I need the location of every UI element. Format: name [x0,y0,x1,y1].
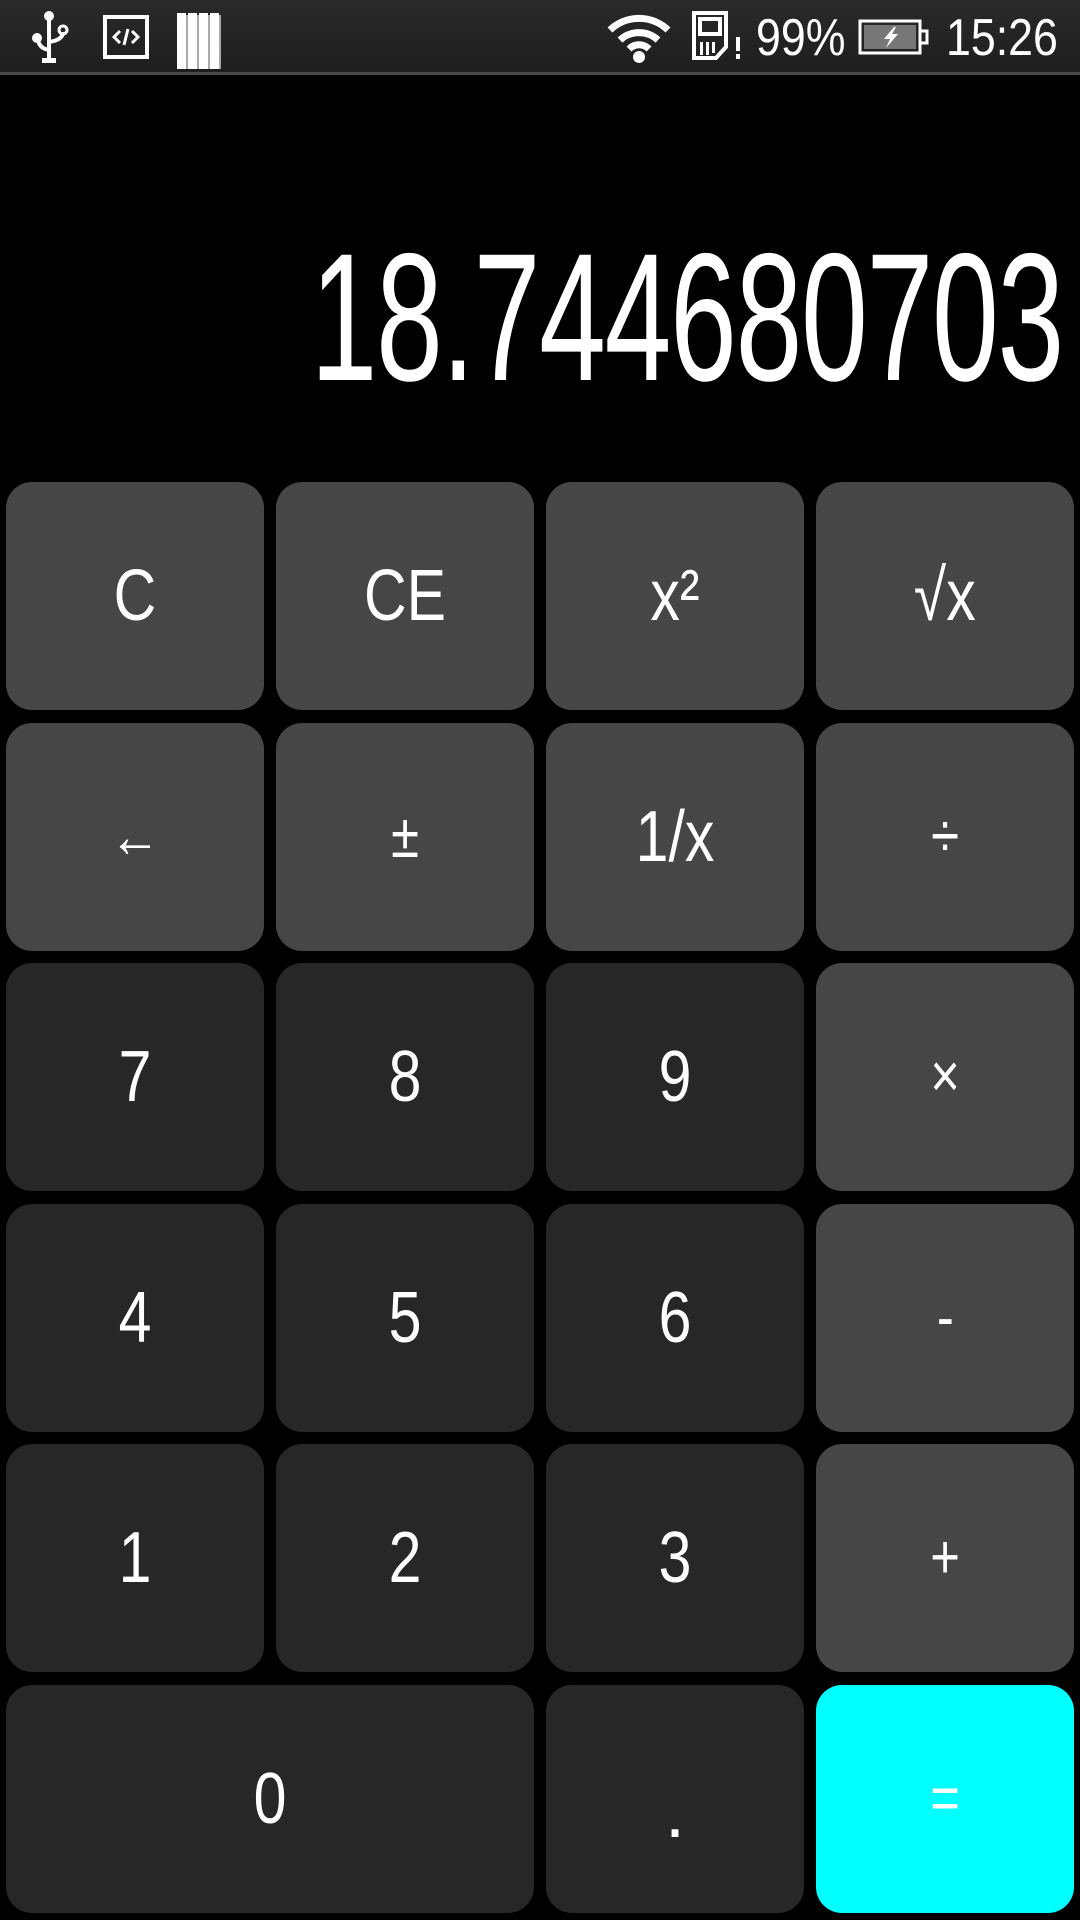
square-root-button[interactable]: √x [816,482,1074,710]
sd-card-warning-icon [692,11,740,60]
digit-1-button[interactable]: 1 [6,1444,264,1673]
digit-6-label: 6 [658,1277,692,1358]
battery-charging-icon [858,19,929,55]
square-button-label: x² [650,556,700,636]
multiply-button[interactable]: × [816,963,1074,1192]
digit-2-button[interactable]: 2 [276,1444,534,1673]
display-value: 18.744680703 [310,215,1065,419]
status-bar: 99% 15:26 [0,0,1080,75]
digit-8-button[interactable]: 8 [276,963,534,1192]
battery-percent: 99% [756,9,846,67]
digit-5-button[interactable]: 5 [276,1203,534,1432]
equals-button[interactable]: = [816,1684,1074,1913]
digit-8-label: 8 [388,1037,422,1118]
usb-icon [32,11,69,63]
add-button-label: + [930,1523,960,1593]
decimal-point-label: . [664,1772,685,1853]
decimal-point-button[interactable]: . [546,1684,804,1913]
subtract-button[interactable]: - [816,1203,1074,1432]
clear-entry-button[interactable]: CE [276,482,534,710]
plus-minus-button[interactable]: ± [276,722,534,951]
reciprocal-button[interactable]: 1/x [546,722,804,951]
square-button[interactable]: x² [546,482,804,710]
digit-0-button[interactable]: 0 [6,1684,534,1913]
clear-button-label: C [113,556,157,636]
equals-button-label: = [930,1763,960,1833]
digit-9-button[interactable]: 9 [546,963,804,1192]
digit-9-label: 9 [658,1037,692,1118]
storage-bars-icon [177,13,221,69]
digit-1-label: 1 [118,1518,152,1599]
digit-0-label: 0 [253,1758,287,1839]
calculator-display: 18.744680703 [0,75,1080,475]
square-root-button-label: √x [914,556,976,636]
clear-entry-button-label: CE [363,556,447,636]
divide-button-label: ÷ [931,801,959,871]
plus-minus-button-label: ± [391,801,419,871]
digit-7-button[interactable]: 7 [6,963,264,1192]
digit-3-button[interactable]: 3 [546,1444,804,1673]
wifi-icon [607,14,671,63]
backspace-button[interactable]: ← [6,722,264,951]
developer-code-icon [103,15,149,59]
digit-4-button[interactable]: 4 [6,1203,264,1432]
subtract-button-label: - [936,1282,954,1352]
digit-5-label: 5 [388,1277,422,1358]
multiply-button-label: × [930,1042,960,1112]
digit-7-label: 7 [118,1037,152,1118]
add-button[interactable]: + [816,1444,1074,1673]
digit-3-label: 3 [658,1518,692,1599]
reciprocal-button-label: 1/x [635,796,715,877]
digit-2-label: 2 [388,1518,422,1599]
backspace-arrow-icon: ← [109,801,161,871]
clear-button[interactable]: C [6,482,264,710]
divide-button[interactable]: ÷ [816,722,1074,951]
digit-6-button[interactable]: 6 [546,1203,804,1432]
keypad: C CE x² √x ← ± 1/x ÷ 7 8 9 × 4 5 6 - 1 2… [6,482,1074,1913]
digit-4-label: 4 [118,1277,152,1358]
clock-time: 15:26 [946,9,1058,67]
